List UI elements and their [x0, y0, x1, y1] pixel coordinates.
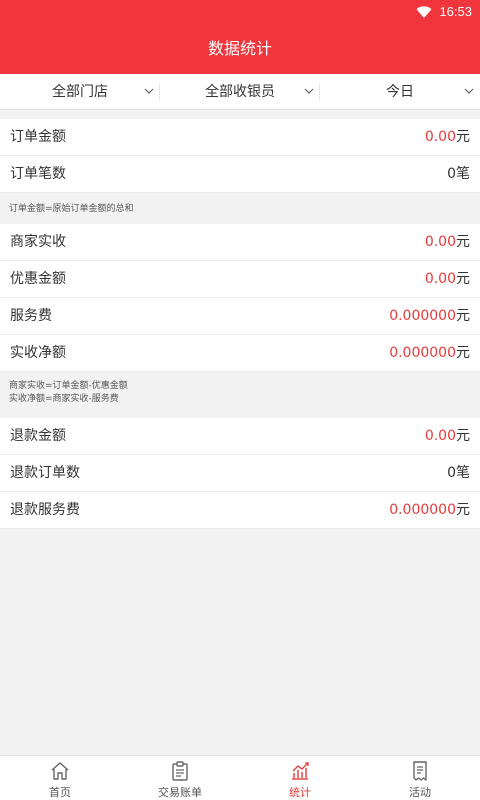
- chevron-down-icon: [304, 88, 314, 94]
- stat-value: 0.00: [424, 234, 456, 250]
- stat-label: 实收净额: [10, 345, 66, 361]
- note-line: 实收净额=商家实收-服务费: [9, 394, 119, 404]
- date-filter-dropdown[interactable]: 今日: [320, 74, 480, 109]
- stat-unit: 元: [456, 308, 470, 324]
- tab-home[interactable]: 首页: [0, 756, 120, 800]
- stat-label: 优惠金额: [10, 271, 66, 287]
- stat-row-order-count: 订单笔数 0笔: [0, 156, 480, 193]
- stat-value-wrap: 0笔: [447, 455, 470, 492]
- stat-unit: 笔: [456, 465, 470, 481]
- filter-bar: 全部门店 全部收银员 今日: [0, 74, 480, 110]
- stat-row-merchant-received: 商家实收 0.00元: [0, 224, 480, 261]
- note-merchant-formulas: 商家实收=订单金额-优惠金额 实收净额=商家实收-服务费: [0, 373, 480, 418]
- cashier-filter-label: 全部收银员: [205, 84, 275, 100]
- tab-transactions[interactable]: 交易账单: [120, 756, 240, 800]
- tab-label: 交易账单: [158, 786, 202, 799]
- stat-label: 订单金额: [10, 129, 66, 145]
- stat-value-wrap: 0笔: [447, 156, 470, 193]
- stat-unit: 元: [456, 345, 470, 361]
- date-filter-label: 今日: [386, 84, 414, 100]
- stat-value: 0.000000: [389, 345, 456, 361]
- note-line: 商家实收=订单金额-优惠金额: [9, 381, 128, 391]
- stat-unit: 元: [456, 428, 470, 444]
- cashier-filter-dropdown[interactable]: 全部收银员: [160, 74, 320, 109]
- stat-label: 订单笔数: [10, 166, 66, 182]
- chart-icon: [292, 762, 309, 780]
- stat-value: 0.000000: [389, 308, 456, 324]
- app-bar: 数据统计: [0, 24, 480, 74]
- receipt-icon: [413, 761, 427, 781]
- stat-row-refund-service-fee: 退款服务费 0.000000元: [0, 492, 480, 529]
- stat-row-net-received: 实收净额 0.000000元: [0, 335, 480, 372]
- store-filter-dropdown[interactable]: 全部门店: [0, 74, 160, 109]
- stat-label: 服务费: [10, 308, 52, 324]
- stat-value-wrap: 0.000000元: [389, 335, 470, 372]
- stat-row-service-fee: 服务费 0.000000元: [0, 298, 480, 335]
- stat-value: 0.00: [424, 428, 456, 444]
- status-time: 16:53: [439, 4, 472, 19]
- stat-row-refund-count: 退款订单数 0笔: [0, 455, 480, 492]
- stat-label: 退款金额: [10, 428, 66, 444]
- stat-unit: 元: [456, 271, 470, 287]
- stat-value-wrap: 0.00元: [425, 418, 470, 455]
- bottom-tab-bar: 首页 交易账单 统计 活动: [0, 755, 480, 800]
- stat-value-wrap: 0.000000元: [389, 298, 470, 335]
- stat-value: 0.00: [424, 129, 456, 145]
- stat-row-discount-amount: 优惠金额 0.00元: [0, 261, 480, 298]
- stat-label: 商家实收: [10, 234, 66, 250]
- stat-row-refund-amount: 退款金额 0.00元: [0, 418, 480, 455]
- chevron-down-icon: [144, 88, 154, 94]
- stat-value-wrap: 0.00元: [425, 224, 470, 261]
- stat-value: 0.000000: [389, 502, 456, 518]
- tab-activities[interactable]: 活动: [360, 756, 480, 800]
- tab-label: 活动: [409, 786, 431, 799]
- stat-value: 0: [447, 166, 456, 182]
- wifi-icon: [416, 6, 432, 18]
- stat-value: 0.00: [424, 271, 456, 287]
- stat-value-wrap: 0.00元: [425, 119, 470, 156]
- stat-label: 退款订单数: [10, 465, 80, 481]
- store-filter-label: 全部门店: [52, 84, 108, 100]
- stat-unit: 元: [456, 502, 470, 518]
- tab-label: 首页: [49, 786, 71, 799]
- home-icon: [51, 762, 69, 780]
- tab-statistics[interactable]: 统计: [240, 756, 360, 800]
- note-line: 订单金额=原始订单金额的总和: [9, 204, 134, 214]
- clipboard-icon: [172, 761, 188, 781]
- chevron-down-icon: [464, 88, 474, 94]
- stat-unit: 元: [456, 234, 470, 250]
- status-bar: 16:53: [0, 0, 480, 24]
- tab-label: 统计: [289, 786, 311, 799]
- stat-unit: 笔: [456, 166, 470, 182]
- note-order-amount: 订单金额=原始订单金额的总和: [0, 195, 480, 224]
- page-title: 数据统计: [207, 39, 272, 58]
- stat-value-wrap: 0.00元: [425, 261, 470, 298]
- stat-label: 退款服务费: [10, 502, 80, 518]
- stat-row-order-amount: 订单金额 0.00元: [0, 119, 480, 156]
- stat-unit: 元: [456, 129, 470, 145]
- stat-value-wrap: 0.000000元: [389, 492, 470, 529]
- stat-value: 0: [447, 465, 456, 481]
